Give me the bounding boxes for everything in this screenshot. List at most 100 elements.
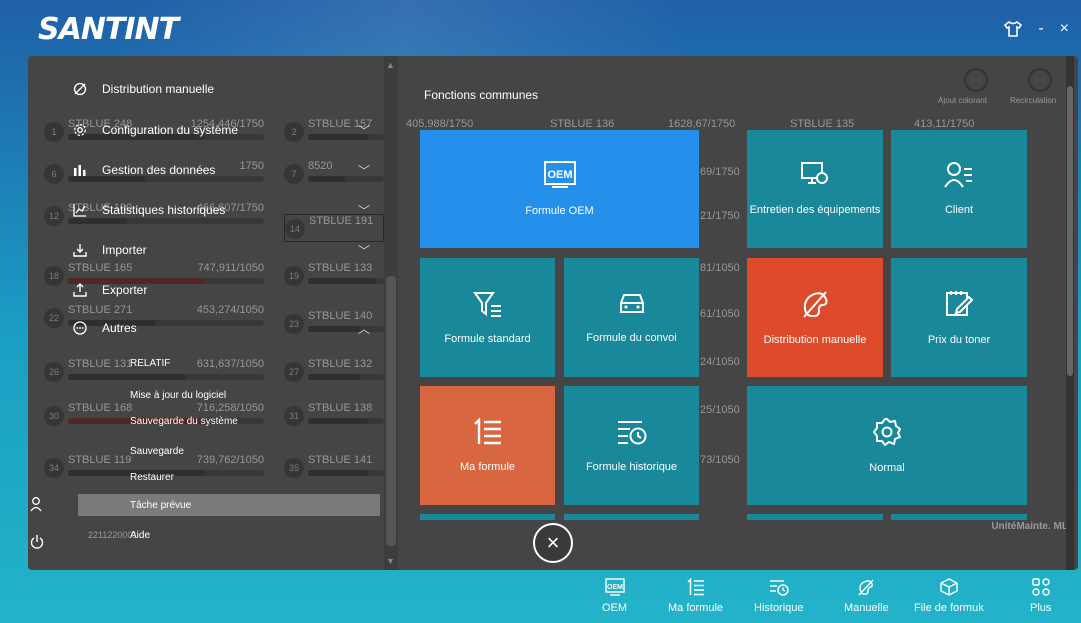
nav-manual[interactable]: Manuelle [844,578,889,614]
tile-standard-formula[interactable]: Formule standard [420,258,555,377]
skin-icon[interactable] [1004,21,1023,37]
chevron-down-icon[interactable]: ﹀ [358,122,370,139]
chevron-up-icon[interactable]: ︿ [358,320,370,337]
menu-label: Statistiques historiques [102,203,226,217]
submenu-item-relatif[interactable]: RELATIF [130,352,170,374]
recirculation-label: Recirculation [1010,96,1057,105]
nav-my-formula[interactable]: Ma formule [668,578,723,614]
tile-manual-distribution[interactable]: Distribution manuelle [747,258,883,377]
tile-label: Formule historique [585,460,678,473]
client-icon [944,161,974,193]
svg-text:OEM: OEM [607,584,623,591]
close-window-button[interactable]: × [1060,20,1069,38]
recirculation-icon [1028,68,1052,92]
slot-text: 25/1050 [700,404,740,416]
scroll-thumb[interactable] [386,276,396,546]
chevron-down-icon[interactable]: ﹀ [358,242,370,259]
power-icon[interactable] [30,534,44,553]
list-icon [686,578,705,596]
submenu-item-system-backup[interactable]: Sauvegarde du système [130,410,238,432]
tile-oem-formula[interactable]: OEM Formule OEM [420,130,699,248]
close-panel-button[interactable]: × [533,523,573,563]
menu-label: Exporter [102,283,148,297]
right-scroll-thumb[interactable] [1067,86,1073,376]
submenu-item-software-update[interactable]: Mise à jour du logiciel [130,384,226,406]
tile-normal[interactable]: Normal [747,386,1027,505]
chevron-down-icon[interactable]: ﹀ [358,202,370,219]
nav-label: Ma formule [668,602,724,614]
bottom-nav: OEM OEM Ma formule Historique Manuelle F… [0,572,1081,623]
app-logo: SANTINT [38,12,179,47]
more-icon [1032,578,1050,596]
stats-icon [72,202,88,218]
chevron-down-icon[interactable]: ﹀ [358,162,370,179]
slot-text: 73/1050 [700,454,740,466]
window-controls: - × [1004,20,1069,38]
edit-note-icon [944,289,974,323]
manual-icon [72,81,88,97]
menu-label: Gestion des données [102,163,216,177]
history-icon [769,578,789,596]
slot-text: 69/1750 [700,166,740,178]
nav-oem[interactable]: OEM OEM [602,578,627,614]
menu-item-export[interactable]: Exporter [72,277,147,303]
tile-convoy-formula[interactable]: Formule du convoi [564,258,699,377]
gear-icon [72,122,88,138]
oem-icon: OEM [604,578,625,596]
tile-toner-price[interactable]: Prix du toner [891,258,1027,377]
nav-more[interactable]: Plus [1030,578,1051,614]
tile-label: Formule OEM [525,205,594,217]
tile-my-formula[interactable]: Ma formule [420,386,555,505]
left-scrollbar[interactable]: ▲ ▼ [384,56,398,570]
submenu-item-backup[interactable]: Sauvegarde [130,440,184,462]
nav-history[interactable]: Historique [754,578,804,614]
import-icon [72,242,88,258]
functions-title: Fonctions communes [424,88,539,102]
menu-item-manual-distribution[interactable]: Distribution manuelle [72,76,214,102]
tile-client[interactable]: Client [891,130,1027,248]
nav-label: File de formuk [914,602,984,614]
nav-label: Plus [1030,602,1052,614]
car-icon [617,291,647,321]
history-icon [616,418,648,450]
scroll-up-icon[interactable]: ▲ [386,60,395,70]
export-icon [72,282,88,298]
nav-label: Historique [754,602,804,614]
right-scrollbar[interactable] [1066,56,1074,570]
slot-text: 21/1750 [700,210,740,222]
tile-label: Ma formule [459,460,516,473]
nav-label: OEM [602,602,628,614]
menu-label: Importer [102,243,147,257]
menu-label: Distribution manuelle [102,82,215,96]
queue-icon [940,578,958,596]
tile-equipment-maintenance[interactable]: Entretien des équipements [747,130,883,248]
tile-label: Formule standard [444,332,531,345]
manual-icon [800,289,830,323]
menu-item-system-config[interactable]: Configuration du système [72,117,238,143]
tile-label: Client [944,204,974,216]
tile-history-formula[interactable]: Formule historique [564,386,699,505]
tile-partial [420,514,555,520]
nav-formula-queue[interactable]: File de formuk [914,578,984,614]
menu-item-data-management[interactable]: Gestion des données [72,157,215,183]
slot-text: 61/1050 [700,308,740,320]
scroll-down-icon[interactable]: ▼ [386,556,395,566]
slot-text: 24/1050 [700,356,740,368]
menu-label: Autres [102,321,137,335]
minimize-button[interactable]: - [1038,20,1043,38]
submenu-item-restore[interactable]: Restaurer [130,466,174,488]
menu-label: Configuration du système [102,123,239,137]
gear-icon [872,417,902,451]
menu-item-history-stats[interactable]: Statistiques historiques [72,197,225,223]
user-icon[interactable] [30,496,44,515]
side-menu: Distribution manuelle Configuration du s… [28,56,384,570]
submenu-item-scheduled-task[interactable]: Tâche prévue [78,494,380,516]
menu-item-others[interactable]: Autres [72,315,137,341]
add-colorant-icon [964,68,988,92]
filter-icon [472,290,503,322]
tile-partial [747,514,883,520]
menu-item-import[interactable]: Importer [72,237,147,263]
submenu-item-help[interactable]: Aide [130,524,150,546]
more-icon [72,320,88,336]
tile-label: Entretien des équipements [749,204,881,216]
